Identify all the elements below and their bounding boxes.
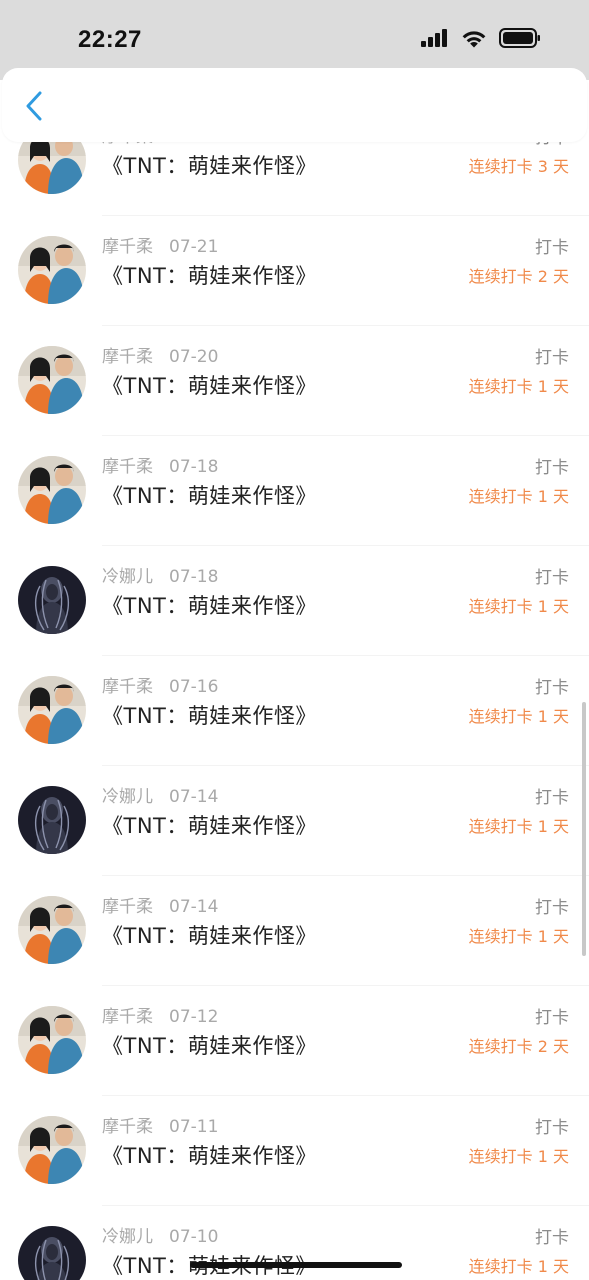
book-title: 《TNT：萌娃来作怪》: [102, 594, 317, 618]
user-name: 摩千柔: [102, 1007, 153, 1027]
list-item[interactable]: 摩千柔 07-16 《TNT：萌娃来作怪》 打卡连续打卡 1 天: [0, 656, 589, 766]
avatar[interactable]: [18, 1226, 86, 1280]
avatar[interactable]: [18, 786, 86, 854]
list-item[interactable]: 冷娜儿 07-18 《TNT：萌娃来作怪》 打卡连续打卡 1 天: [0, 546, 589, 656]
entry-date: 07-11: [169, 1117, 219, 1137]
book-title: 《TNT：萌娃来作怪》: [102, 814, 317, 838]
streak-badge: 连续打卡 1 天: [468, 927, 569, 946]
signal-icon: [421, 29, 449, 51]
streak-badge: 连续打卡 3 天: [468, 157, 569, 176]
entry-date: 07-18: [169, 457, 219, 477]
entry-meta: 摩千柔 07-16: [102, 672, 218, 697]
book-title: 《TNT：萌娃来作怪》: [102, 1034, 317, 1058]
battery-icon: [499, 28, 541, 52]
checkin-label: 打卡: [535, 788, 569, 808]
avatar[interactable]: [18, 456, 86, 524]
checkin-label: 打卡: [535, 898, 569, 918]
checkin-label: 打卡: [535, 348, 569, 368]
avatar[interactable]: [18, 346, 86, 414]
user-name: 冷娜儿: [102, 567, 153, 587]
entry-date: 07-14: [169, 787, 219, 807]
entry-meta: 摩千柔 07-11: [102, 1112, 218, 1137]
avatar[interactable]: [18, 896, 86, 964]
entry-meta: 摩千柔 07-20: [102, 342, 218, 367]
streak-badge: 连续打卡 1 天: [468, 817, 569, 836]
nav-bar: [2, 68, 587, 142]
book-title: 《TNT：萌娃来作怪》: [102, 484, 317, 508]
entry-date: 07-21: [169, 237, 219, 257]
entry-meta: 摩千柔 07-21: [102, 232, 218, 257]
list-item[interactable]: 摩千柔 07-11 《TNT：萌娃来作怪》 打卡连续打卡 1 天: [0, 1096, 589, 1206]
app-screen: 摩千柔07-22《TNT：萌娃来作怪》打卡连续打卡 3 天摩千柔07-21《TN…: [0, 0, 589, 1280]
home-indicator[interactable]: [190, 1262, 402, 1268]
streak-badge: 连续打卡 1 天: [468, 707, 569, 726]
checkin-label: 打卡: [535, 238, 569, 258]
user-name: 摩千柔: [102, 237, 153, 257]
avatar[interactable]: [18, 1006, 86, 1074]
streak-badge: 连续打卡 2 天: [468, 1037, 569, 1056]
entry-meta: 冷娜儿 07-10: [102, 1222, 218, 1247]
avatar[interactable]: [18, 236, 86, 304]
user-name: 冷娜儿: [102, 787, 153, 807]
book-title: 《TNT：萌娃来作怪》: [102, 1144, 317, 1168]
entry-meta: 冷娜儿 07-14: [102, 782, 218, 807]
streak-badge: 连续打卡 1 天: [468, 377, 569, 396]
streak-badge: 连续打卡 1 天: [468, 487, 569, 506]
checkin-label: 打卡: [535, 458, 569, 478]
back-button[interactable]: [18, 90, 50, 126]
checkin-label: 打卡: [535, 1118, 569, 1138]
chevron-left-icon: [25, 91, 43, 125]
user-name: 摩千柔: [102, 347, 153, 367]
checkin-label: 打卡: [535, 678, 569, 698]
book-title: 《TNT：萌娃来作怪》: [102, 264, 317, 288]
list-item[interactable]: 摩千柔 07-18 《TNT：萌娃来作怪》 打卡连续打卡 1 天: [0, 436, 589, 546]
status-icons: [421, 28, 541, 52]
user-name: 摩千柔: [102, 897, 153, 917]
list-item[interactable]: 冷娜儿07-10《TNT：萌娃来作怪》打卡连续打卡 1 天: [0, 1206, 589, 1280]
avatar[interactable]: [18, 1116, 86, 1184]
list-item[interactable]: 摩千柔 07-21 《TNT：萌娃来作怪》 打卡连续打卡 2 天: [0, 216, 589, 326]
avatar[interactable]: [18, 566, 86, 634]
checkin-label: 打卡: [535, 1228, 569, 1248]
checkin-label: 打卡: [535, 1008, 569, 1028]
entry-date: 07-16: [169, 677, 219, 697]
list-item[interactable]: 冷娜儿 07-14 《TNT：萌娃来作怪》 打卡连续打卡 1 天: [0, 766, 589, 876]
book-title: 《TNT：萌娃来作怪》: [102, 704, 317, 728]
wifi-icon: [461, 29, 487, 52]
user-name: 摩千柔: [102, 457, 153, 477]
entry-meta: 摩千柔 07-14: [102, 892, 218, 917]
streak-badge: 连续打卡 1 天: [468, 1147, 569, 1166]
streak-badge: 连续打卡 2 天: [468, 267, 569, 286]
entry-meta: 摩千柔 07-18: [102, 452, 218, 477]
streak-badge: 连续打卡 1 天: [468, 597, 569, 616]
scrollbar[interactable]: [582, 702, 586, 956]
user-name: 摩千柔: [102, 1117, 153, 1137]
entry-date: 07-12: [169, 1007, 219, 1027]
book-title: 《TNT：萌娃来作怪》: [102, 924, 317, 948]
entry-date: 07-14: [169, 897, 219, 917]
user-name: 摩千柔: [102, 677, 153, 697]
book-title: 《TNT：萌娃来作怪》: [102, 154, 317, 178]
entry-meta: 冷娜儿 07-18: [102, 562, 218, 587]
list-item[interactable]: 摩千柔 07-14 《TNT：萌娃来作怪》 打卡连续打卡 1 天: [0, 876, 589, 986]
list-item[interactable]: 摩千柔 07-12 《TNT：萌娃来作怪》 打卡连续打卡 2 天: [0, 986, 589, 1096]
status-time: 22:27: [78, 26, 142, 53]
checkin-label: 打卡: [535, 568, 569, 588]
avatar[interactable]: [18, 676, 86, 744]
entry-meta: 摩千柔 07-12: [102, 1002, 218, 1027]
entry-date: 07-18: [169, 567, 219, 587]
list-item[interactable]: 摩千柔 07-20 《TNT：萌娃来作怪》 打卡连续打卡 1 天: [0, 326, 589, 436]
entry-date: 07-20: [169, 347, 219, 367]
user-name: 冷娜儿: [102, 1227, 153, 1247]
entry-date: 07-10: [169, 1227, 219, 1247]
streak-badge: 连续打卡 1 天: [468, 1257, 569, 1276]
book-title: 《TNT：萌娃来作怪》: [102, 374, 317, 398]
